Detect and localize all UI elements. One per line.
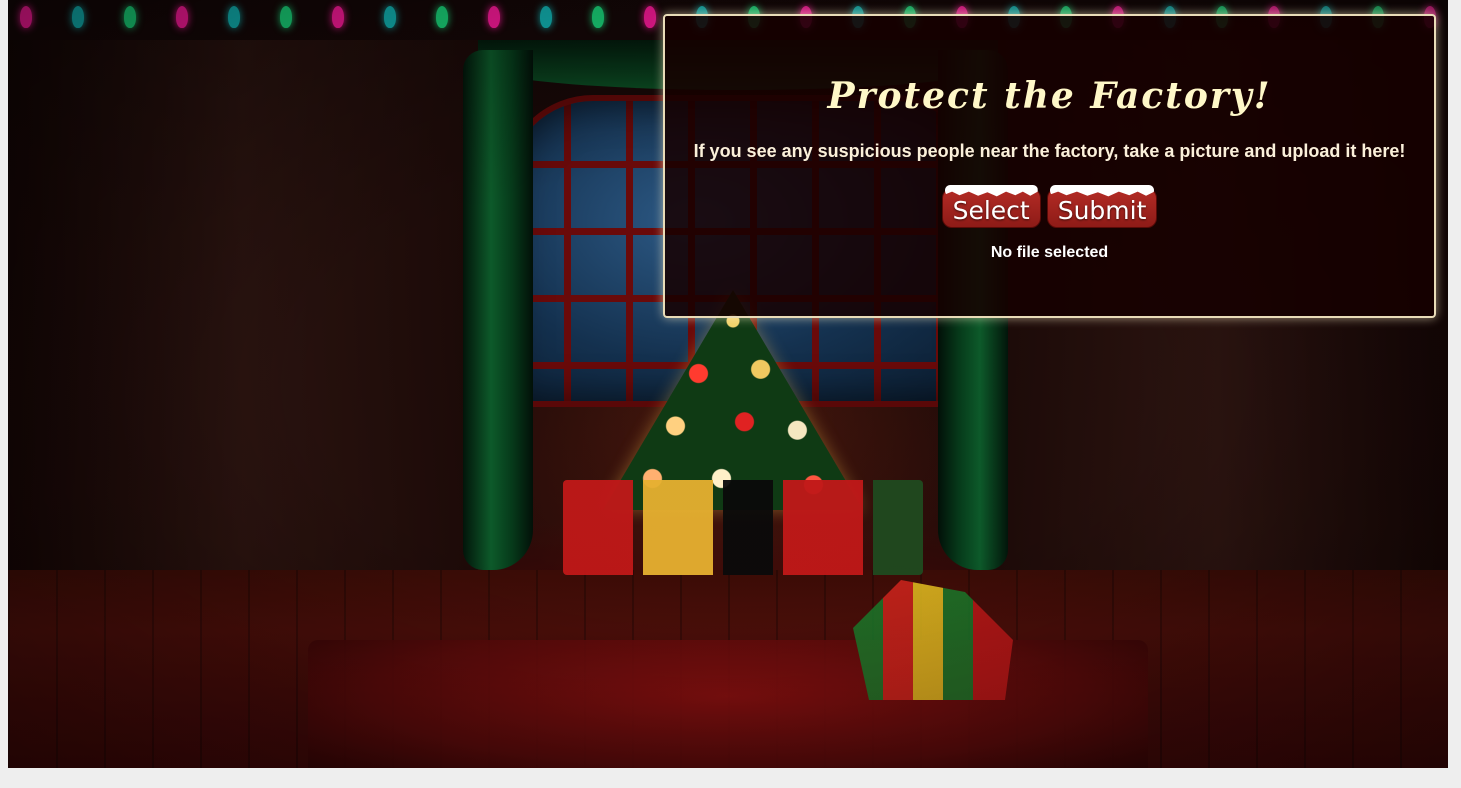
file-status-text: No file selected: [990, 244, 1109, 261]
upload-panel: Protect the Factory! If you see any susp…: [663, 14, 1436, 318]
submit-button-label: Submit: [1057, 196, 1147, 225]
upload-button-row: Select Submit: [665, 184, 1434, 232]
submit-button[interactable]: Submit: [1046, 185, 1158, 228]
select-file-button[interactable]: Select: [941, 185, 1041, 228]
panel-title: Protect the Factory!: [827, 75, 1272, 117]
select-button-label: Select: [952, 196, 1030, 225]
panel-description: If you see any suspicious people near th…: [693, 141, 1406, 161]
